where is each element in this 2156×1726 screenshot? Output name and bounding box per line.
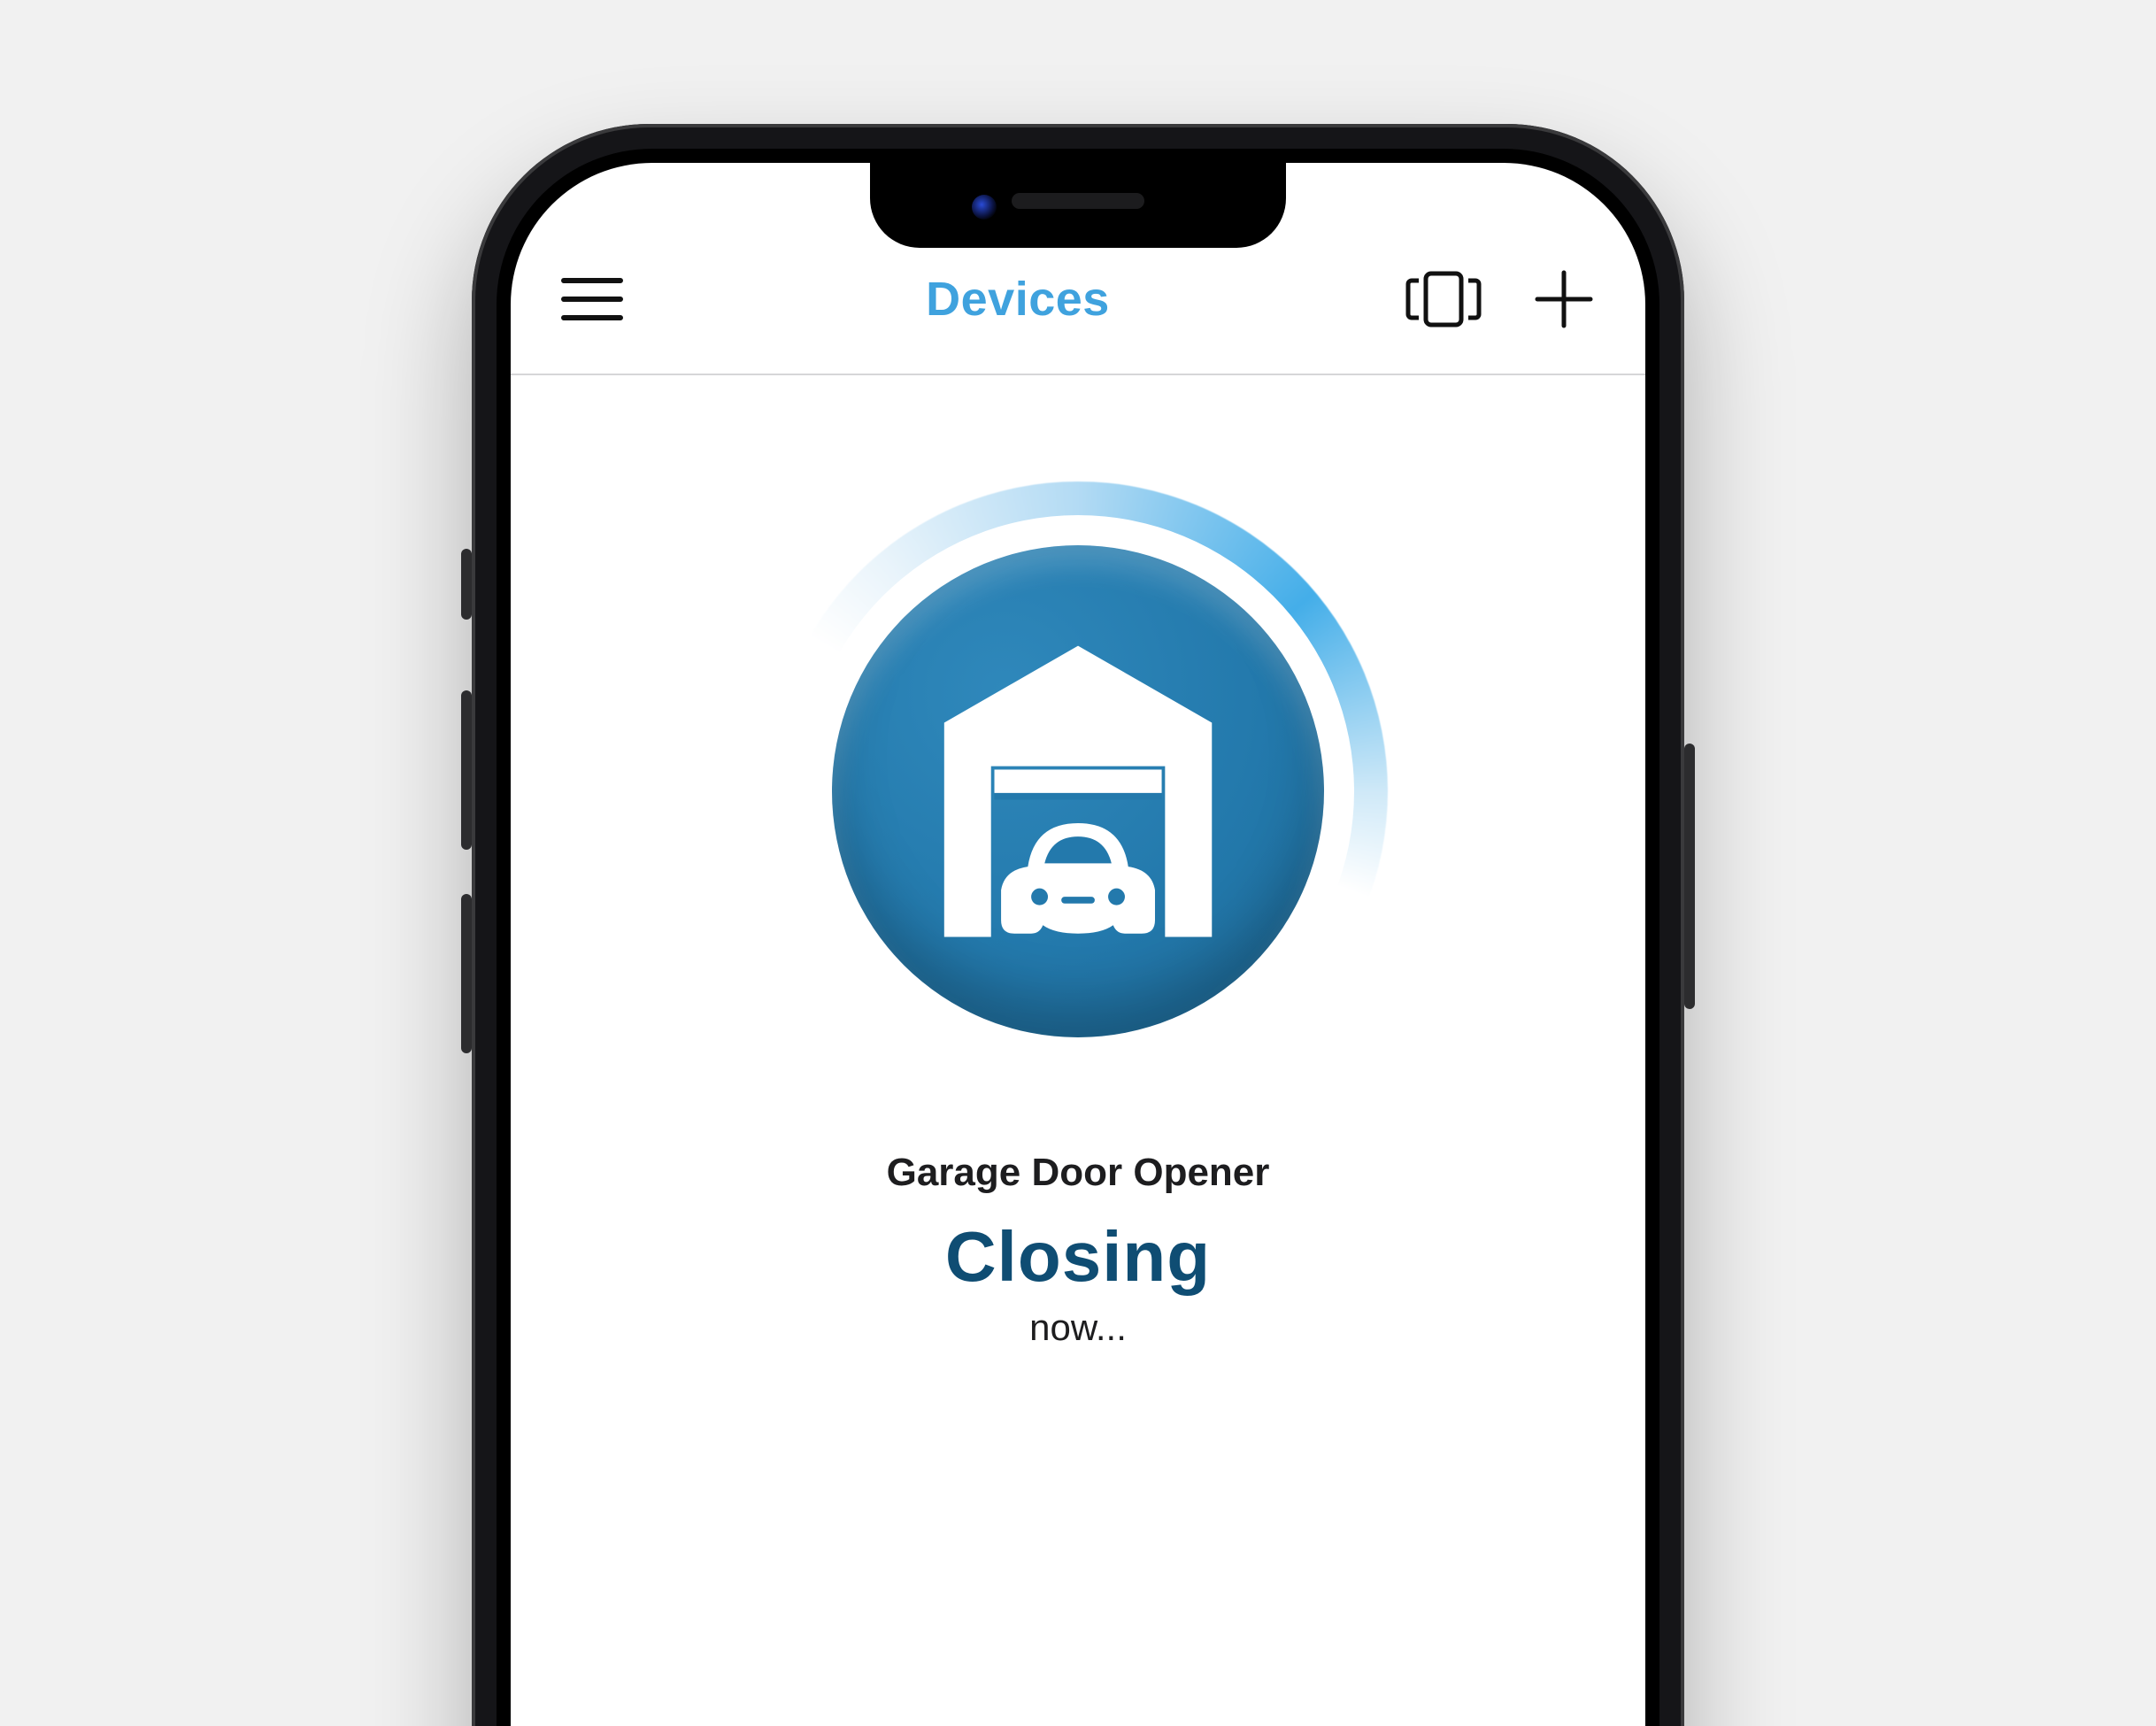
menu-button[interactable] — [550, 257, 635, 342]
earpiece-speaker-icon — [1012, 193, 1144, 209]
silent-switch — [461, 549, 472, 620]
front-camera-icon — [972, 195, 997, 220]
volume-up-button — [461, 690, 472, 850]
phone-notch — [870, 163, 1286, 248]
hamburger-icon — [561, 275, 623, 323]
garage-with-car-icon — [911, 624, 1245, 959]
volume-down-button — [461, 894, 472, 1053]
carousel-view-button[interactable] — [1401, 257, 1486, 342]
device-panel: Garage Door Opener Closing now... — [511, 375, 1645, 1349]
add-button[interactable] — [1521, 257, 1606, 342]
garage-door-toggle-button[interactable] — [768, 482, 1388, 1101]
garage-door-button-core — [832, 545, 1324, 1037]
device-status-label: Closing — [945, 1216, 1211, 1298]
power-button — [1684, 744, 1695, 1009]
phone-frame: Devices — [472, 124, 1684, 1726]
device-name-label: Garage Door Opener — [887, 1151, 1270, 1195]
carousel-icon — [1403, 268, 1484, 330]
device-substatus-label: now... — [1029, 1306, 1127, 1349]
page-title: Devices — [926, 273, 1110, 326]
phone-screen: Devices — [511, 163, 1645, 1726]
plus-icon — [1534, 269, 1594, 329]
